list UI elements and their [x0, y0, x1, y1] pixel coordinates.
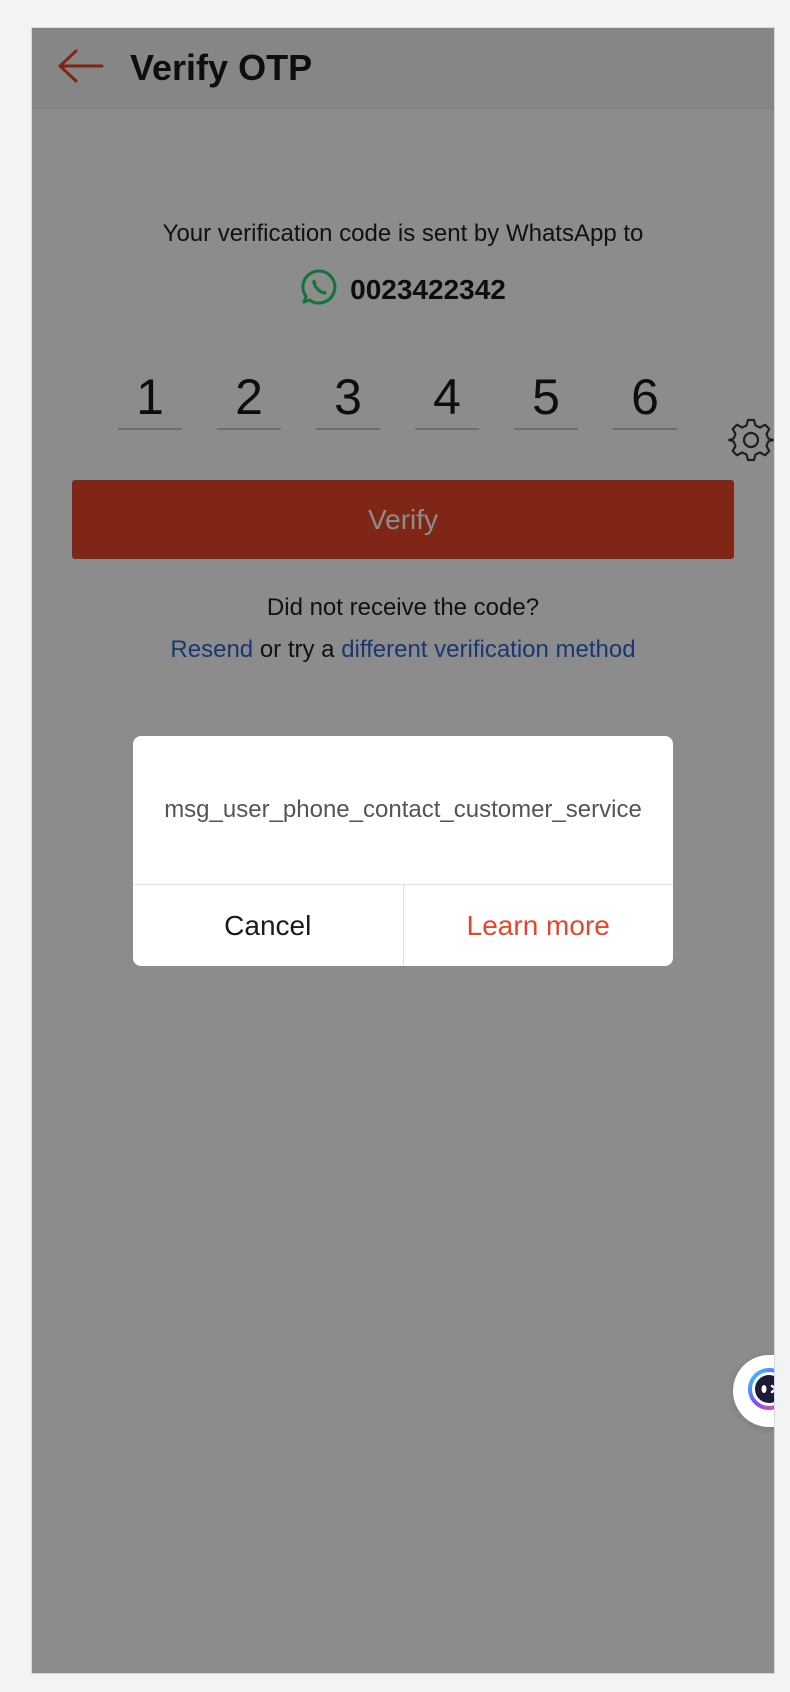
app-frame: Verify OTP Your verification code is sen… — [32, 28, 774, 1673]
learn-more-button[interactable]: Learn more — [404, 885, 674, 966]
alert-dialog: msg_user_phone_contact_customer_service … — [133, 736, 673, 966]
assistant-bot-icon — [747, 1367, 774, 1416]
dialog-actions: Cancel Learn more — [133, 884, 673, 966]
dialog-message: msg_user_phone_contact_customer_service — [164, 796, 642, 823]
cancel-button[interactable]: Cancel — [133, 885, 404, 966]
